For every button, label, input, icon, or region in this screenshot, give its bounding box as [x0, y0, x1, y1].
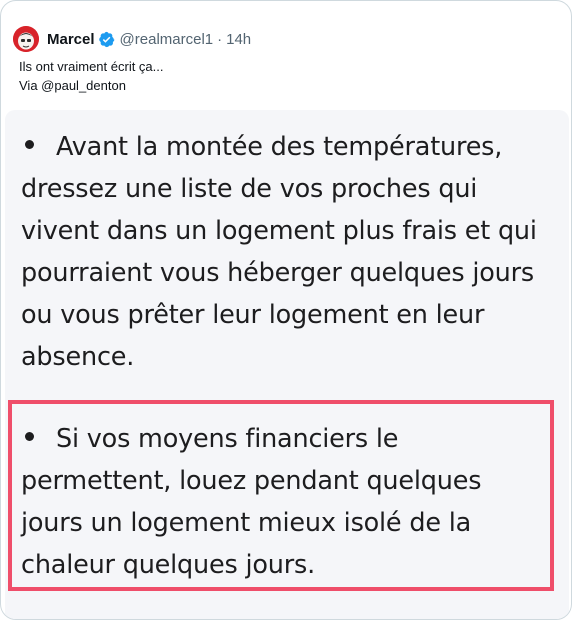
tweet-text: Ils ont vraiment écrit ça... Via @paul_d…	[19, 57, 164, 95]
verified-badge-icon	[98, 31, 114, 47]
image-text-line: absence.	[21, 342, 135, 372]
image-text-line: pourraient vous héberger quelques jours	[21, 258, 534, 288]
tweet-text-line: Via @paul_denton	[19, 78, 126, 93]
image-text-line: Avant la montée des températures,	[21, 126, 561, 168]
tweet-card[interactable]: Marcel @realmarcel1 · 14h Ils ont vraime…	[0, 0, 572, 620]
tweet-media-image[interactable]: Avant la montée des températures, dresse…	[5, 110, 569, 619]
tweet-text-line: Ils ont vraiment écrit ça...	[19, 59, 164, 74]
avatar-image	[13, 26, 39, 52]
image-bullet-1: Avant la montée des températures, dresse…	[21, 126, 561, 378]
bullet-icon	[25, 139, 34, 149]
timestamp[interactable]: 14h	[226, 31, 251, 48]
image-text-line: dressez une liste de vos proches qui	[21, 174, 478, 204]
separator: ·	[217, 30, 223, 48]
handle[interactable]: @realmarcel1	[120, 31, 214, 48]
display-name[interactable]: Marcel	[47, 31, 95, 48]
avatar[interactable]	[13, 26, 39, 52]
tweet-header: Marcel @realmarcel1 · 14h	[13, 26, 251, 52]
image-text: Avant la montée des températures,	[56, 132, 503, 162]
image-text-line: ou vous prêter leur logement en leur	[21, 300, 485, 330]
highlight-box	[8, 400, 554, 591]
image-text-line: vivent dans un logement plus frais et qu…	[21, 216, 537, 246]
